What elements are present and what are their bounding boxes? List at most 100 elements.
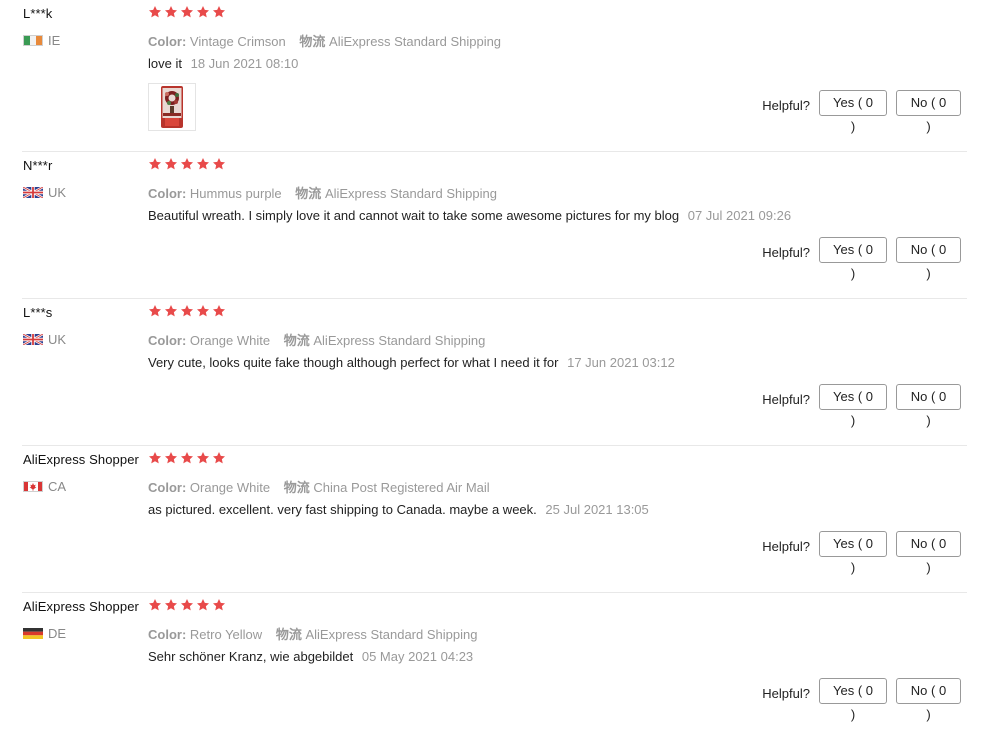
reviewer-name: N***r	[23, 158, 53, 173]
star-icon	[180, 157, 194, 171]
order-info: Color: Orange White 物流 China Post Regist…	[148, 477, 490, 496]
helpful-yes-button[interactable]: Yes ( 0 )	[819, 237, 887, 281]
helpful-vote: Helpful? Yes ( 0 ) No ( 0 )	[762, 384, 961, 428]
color-value: Vintage Crimson	[189, 34, 286, 49]
review-feedback: as pictured. excellent. very fast shippi…	[148, 502, 649, 517]
review-feedback: love it 18 Jun 2021 08:10	[148, 56, 298, 71]
color-value: Orange White	[189, 333, 271, 348]
review-date: 18 Jun 2021 08:10	[190, 56, 299, 71]
star-icon	[212, 451, 226, 465]
star-icon	[212, 598, 226, 612]
order-info: Color: Orange White 物流 AliExpress Standa…	[148, 330, 485, 349]
star-rating	[148, 157, 226, 171]
flag-uk-icon	[23, 334, 43, 345]
review-item-4: AliExpress Shopper CA Color: Orange Whit…	[0, 446, 992, 593]
shipping-label: 物流	[295, 186, 322, 201]
star-rating	[148, 451, 226, 465]
review-text: love it	[148, 56, 182, 71]
helpful-label: Helpful?	[762, 391, 810, 407]
review-item-3: L***s UK Color: Orange White 物流 AliExpre…	[0, 299, 992, 446]
helpful-vote: Helpful? Yes ( 0 ) No ( 0 )	[762, 531, 961, 575]
review-feedback: Sehr schöner Kranz, wie abgebildet 05 Ma…	[148, 649, 473, 664]
review-item-5: AliExpress Shopper DE Color: Retro Yello…	[0, 593, 992, 740]
flag-ireland-icon	[23, 35, 43, 46]
helpful-label: Helpful?	[762, 97, 810, 113]
helpful-label: Helpful?	[762, 244, 810, 260]
color-value: Retro Yellow	[189, 627, 263, 642]
star-icon	[164, 304, 178, 318]
country-code: UK	[48, 185, 67, 200]
review-date: 07 Jul 2021 09:26	[687, 208, 792, 223]
order-info: Color: Hummus purple 物流 AliExpress Stand…	[148, 183, 497, 202]
shipping-label: 物流	[275, 627, 302, 642]
star-icon	[196, 157, 210, 171]
star-icon	[148, 304, 162, 318]
order-info: Color: Vintage Crimson 物流 AliExpress Sta…	[148, 31, 501, 50]
helpful-no-button[interactable]: No ( 0 )	[896, 384, 961, 428]
star-icon	[196, 451, 210, 465]
star-icon	[164, 5, 178, 19]
helpful-yes-button[interactable]: Yes ( 0 )	[819, 384, 887, 428]
star-rating	[148, 304, 226, 318]
helpful-yes-button[interactable]: Yes ( 0 )	[819, 678, 887, 722]
star-icon	[148, 5, 162, 19]
review-item-1: L***k IE Color: Vintage Crimson 物流 AliEx…	[0, 0, 992, 152]
country-code: UK	[48, 332, 67, 347]
review-date: 25 Jul 2021 13:05	[545, 502, 649, 517]
color-label: Color:	[148, 627, 187, 642]
helpful-yes-button[interactable]: Yes ( 0 )	[819, 531, 887, 575]
reviewer-name: L***k	[23, 6, 53, 21]
review-item-2: N***r UK Color: Hummus purple 物流 AliExpr…	[0, 152, 992, 299]
helpful-no-button[interactable]: No ( 0 )	[896, 237, 961, 281]
star-icon	[212, 157, 226, 171]
flag-uk-icon	[23, 187, 43, 198]
shipping-label: 物流	[283, 333, 310, 348]
helpful-label: Helpful?	[762, 685, 810, 701]
country-code: CA	[48, 479, 67, 494]
helpful-vote: Helpful? Yes ( 0 ) No ( 0 )	[762, 237, 961, 281]
color-label: Color:	[148, 333, 187, 348]
helpful-vote: Helpful? Yes ( 0 ) No ( 0 )	[762, 678, 961, 722]
color-label: Color:	[148, 34, 187, 49]
star-icon	[180, 598, 194, 612]
shipping-value: AliExpress Standard Shipping	[329, 34, 502, 49]
review-text: Sehr schöner Kranz, wie abgebildet	[148, 649, 354, 664]
star-icon	[148, 451, 162, 465]
helpful-yes-button[interactable]: Yes ( 0 )	[819, 90, 887, 134]
country-code: DE	[48, 626, 67, 641]
color-value: Orange White	[189, 480, 271, 495]
shipping-value: China Post Registered Air Mail	[313, 480, 490, 495]
review-photo-thumbnail[interactable]	[148, 83, 196, 131]
star-icon	[212, 5, 226, 19]
color-value: Hummus purple	[189, 186, 282, 201]
star-icon	[164, 598, 178, 612]
helpful-no-button[interactable]: No ( 0 )	[896, 531, 961, 575]
star-rating	[148, 598, 226, 612]
reviewer-country: UK	[23, 185, 66, 200]
color-label: Color:	[148, 480, 187, 495]
review-text: Very cute, looks quite fake though altho…	[148, 355, 559, 370]
shipping-value: AliExpress Standard Shipping	[305, 627, 478, 642]
reviewer-name: AliExpress Shopper	[23, 452, 139, 467]
star-icon	[196, 304, 210, 318]
helpful-vote: Helpful? Yes ( 0 ) No ( 0 )	[762, 90, 961, 134]
star-icon	[180, 5, 194, 19]
flag-germany-icon	[23, 628, 43, 639]
helpful-label: Helpful?	[762, 538, 810, 554]
shipping-label: 物流	[299, 34, 326, 49]
shipping-value: AliExpress Standard Shipping	[313, 333, 486, 348]
helpful-no-button[interactable]: No ( 0 )	[896, 90, 961, 134]
star-icon	[212, 304, 226, 318]
shipping-label: 物流	[283, 480, 310, 495]
helpful-no-button[interactable]: No ( 0 )	[896, 678, 961, 722]
review-feedback: Very cute, looks quite fake though altho…	[148, 355, 675, 370]
shipping-value: AliExpress Standard Shipping	[324, 186, 497, 201]
reviewer-country: CA	[23, 479, 66, 494]
review-feedback: Beautiful wreath. I simply love it and c…	[148, 208, 791, 223]
star-icon	[196, 5, 210, 19]
flag-canada-icon	[23, 481, 43, 492]
review-list: L***k IE Color: Vintage Crimson 物流 AliEx…	[0, 0, 992, 740]
reviewer-name: L***s	[23, 305, 53, 320]
review-text: Beautiful wreath. I simply love it and c…	[148, 208, 680, 223]
star-icon	[164, 451, 178, 465]
